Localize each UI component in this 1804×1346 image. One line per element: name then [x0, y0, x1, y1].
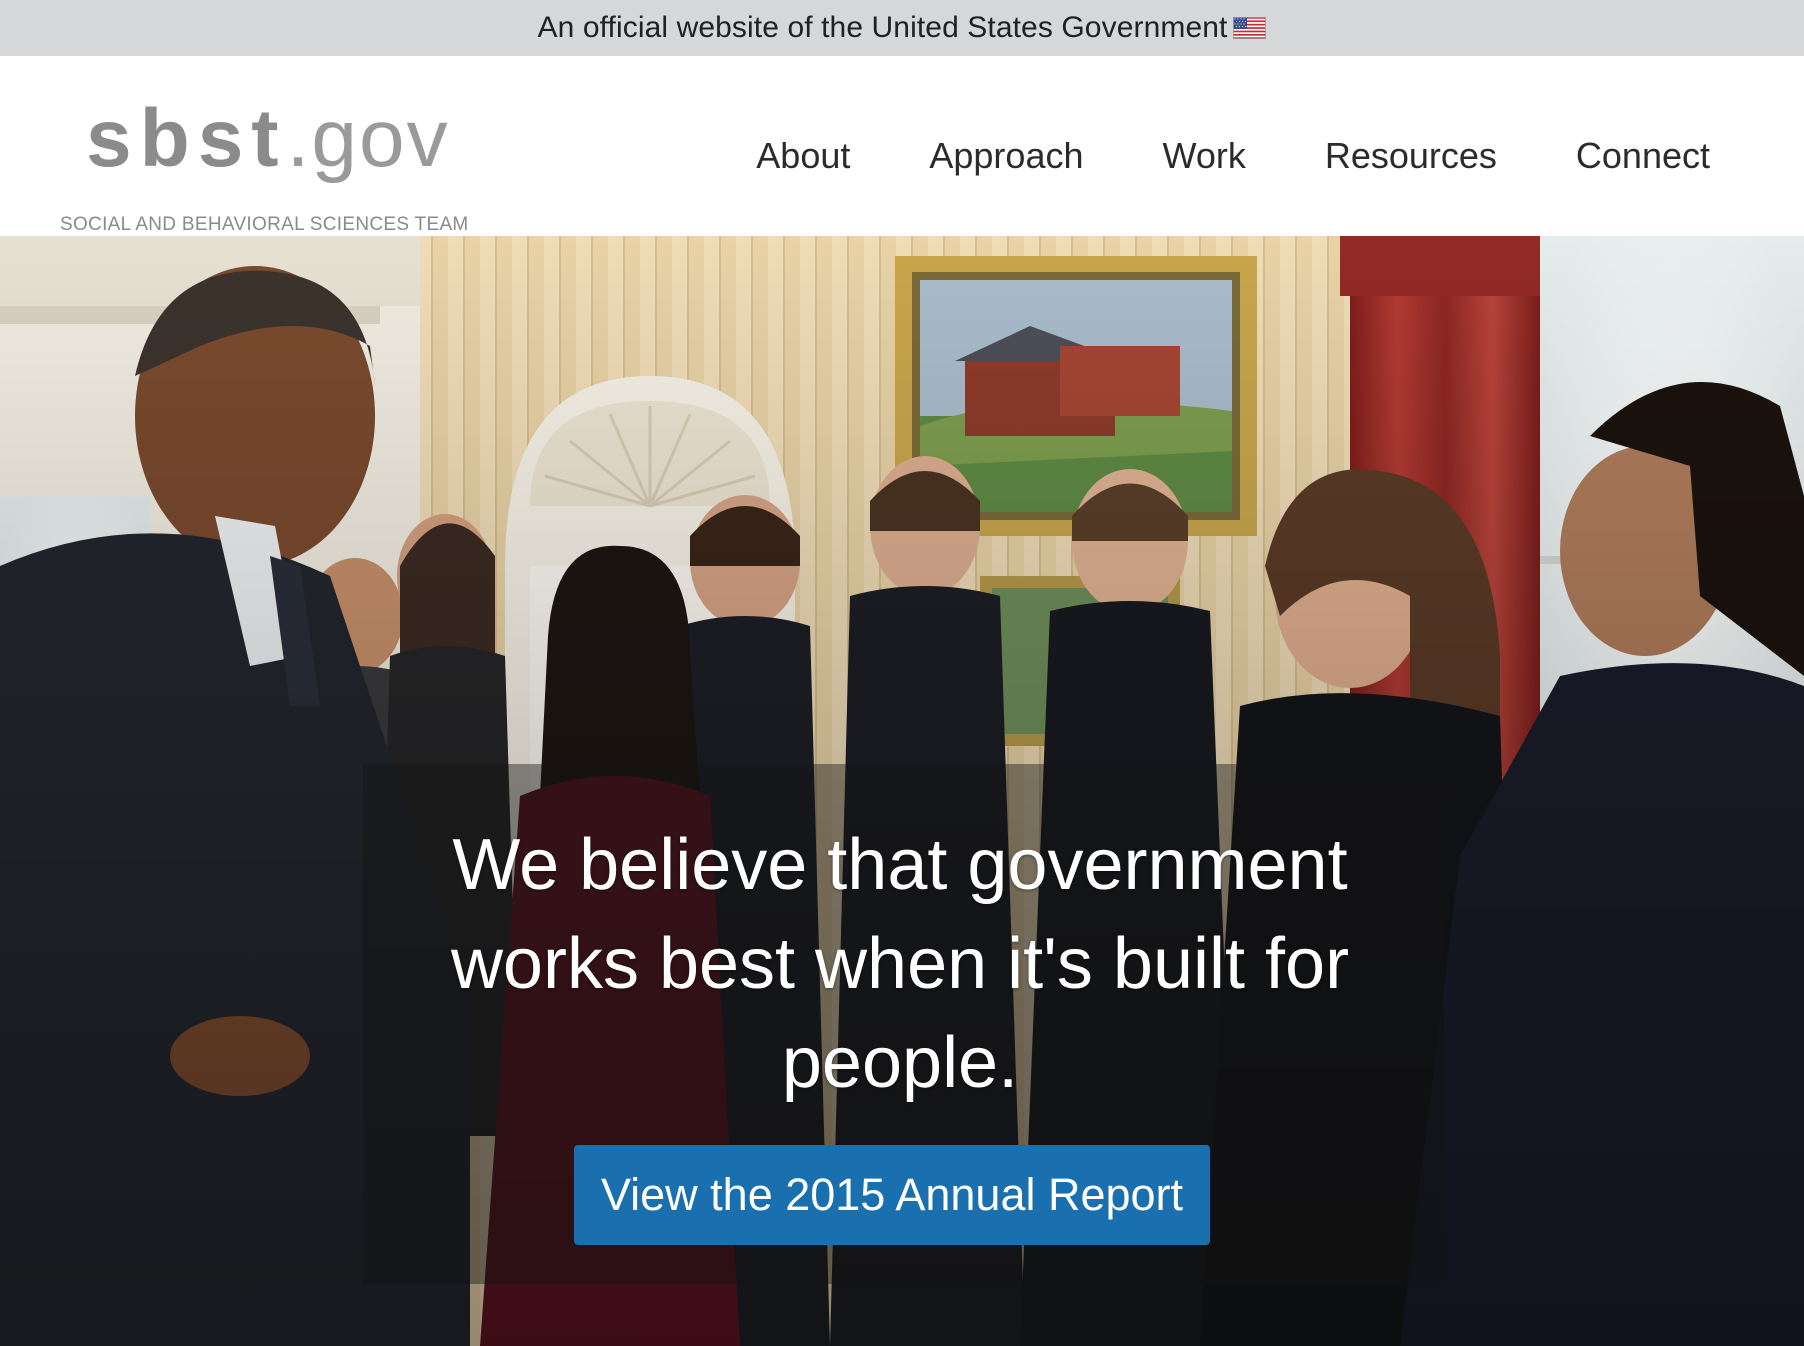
logo-name-suffix: .gov — [286, 93, 450, 184]
nav-link-approach[interactable]: Approach — [929, 135, 1083, 177]
logo-tagline: SOCIAL AND BEHAVIORAL SCIENCES TEAM — [60, 214, 469, 235]
nav-link-work[interactable]: Work — [1162, 135, 1245, 177]
hero-section: We believe that government works best wh… — [0, 236, 1804, 1346]
annual-report-button[interactable]: View the 2015 Annual Report — [574, 1145, 1210, 1245]
nav-link-about[interactable]: About — [756, 135, 850, 177]
site-logo[interactable]: sbst.gov SOCIAL AND BEHAVIORAL SCIENCES … — [60, 94, 468, 236]
hero-heading: We believe that government works best wh… — [450, 825, 1350, 1103]
nav-link-resources[interactable]: Resources — [1325, 135, 1497, 177]
main-nav: About Approach Work Resources Connect — [756, 126, 1710, 186]
logo-name-bold: sbst — [86, 93, 287, 184]
gov-banner-text: An official website of the United States… — [537, 11, 1228, 44]
site-header: sbst.gov SOCIAL AND BEHAVIORAL SCIENCES … — [0, 56, 1804, 236]
us-flag-icon — [1233, 17, 1267, 39]
nav-link-connect[interactable]: Connect — [1576, 135, 1710, 177]
gov-banner: An official website of the United States… — [0, 0, 1804, 56]
logo-wordmark: sbst.gov — [86, 94, 450, 184]
